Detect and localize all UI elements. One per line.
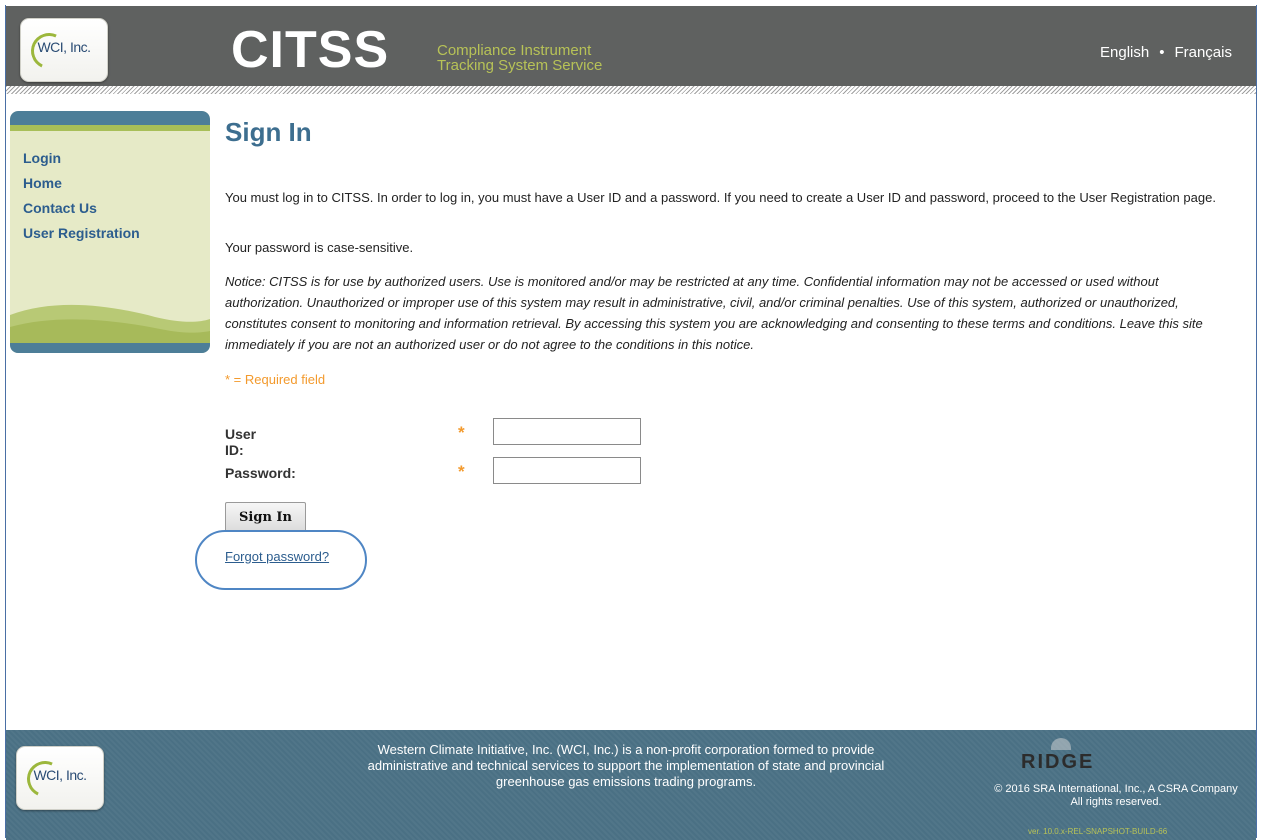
sign-in-button[interactable]: Sign In	[225, 502, 306, 532]
copyright-line2: All rights reserved.	[1070, 796, 1162, 808]
language-switcher: English • Français	[1100, 44, 1232, 61]
password-input[interactable]	[493, 457, 641, 484]
logo-text: WCI, Inc.	[37, 39, 91, 55]
page-title: Sign In	[225, 117, 312, 147]
lang-separator: •	[1159, 44, 1165, 61]
header-stripe	[6, 86, 1256, 94]
version-text: ver. 10.0.x-REL-SNAPSHOT-BUILD-66	[1028, 827, 1168, 836]
required-star: *	[458, 462, 465, 481]
footer-description: Western Climate Initiative, Inc. (WCI, I…	[367, 742, 885, 789]
notice-text: Notice: CITSS is for use by authorized u…	[225, 274, 1203, 352]
footer: WCI, Inc. Western Climate Initiative, In…	[6, 730, 1256, 840]
copyright: © 2016 SRA International, Inc., A CSRA C…	[966, 783, 1262, 809]
brand-subtitle-line1: Compliance Instrument	[437, 42, 592, 59]
sidebar: Login Home Contact Us User Registration	[10, 111, 210, 353]
lang-english-link[interactable]: English	[1100, 44, 1149, 61]
forgot-password-link[interactable]: Forgot password?	[225, 549, 329, 564]
password-label: Password:	[225, 465, 296, 481]
footer-wci-logo[interactable]: WCI, Inc.	[16, 746, 104, 810]
footer-logo-text: WCI, Inc.	[33, 767, 87, 783]
sidebar-wave	[10, 304, 210, 343]
brand-subtitle: Compliance Instrument Tracking System Se…	[437, 43, 602, 73]
brand-title: CITSS	[231, 21, 390, 79]
sidebar-item-contact-us[interactable]: Contact Us	[23, 196, 140, 221]
case-sensitive-note: Your password is case-sensitive.	[225, 240, 414, 255]
sidebar-nav: Login Home Contact Us User Registration	[23, 146, 140, 246]
sidebar-item-user-registration[interactable]: User Registration	[23, 221, 140, 246]
main-content: Sign In You must log in to CITSS. In ord…	[195, 117, 1235, 590]
sidebar-item-home[interactable]: Home	[23, 171, 140, 196]
ridge-logo: RIDGE	[1021, 751, 1095, 773]
required-star: *	[458, 423, 465, 442]
sidebar-top-accent	[10, 125, 210, 131]
lang-french-link[interactable]: Français	[1174, 44, 1232, 61]
intro-text: You must log in to CITSS. In order to lo…	[225, 190, 1216, 205]
sidebar-item-login[interactable]: Login	[23, 146, 140, 171]
header-bar: WCI, Inc. CITSS Compliance Instrument Tr…	[6, 6, 1256, 92]
required-field-note: * = Required field	[225, 372, 326, 387]
sidebar-bottom-band	[10, 343, 210, 353]
copyright-line1: © 2016 SRA International, Inc., A CSRA C…	[994, 783, 1238, 795]
user-id-label: User ID:	[225, 426, 257, 458]
brand-subtitle-line2: Tracking System Service	[437, 57, 603, 74]
ridge-sun-icon	[1051, 738, 1071, 750]
wci-logo[interactable]: WCI, Inc.	[20, 18, 108, 82]
user-id-input[interactable]	[493, 418, 641, 445]
